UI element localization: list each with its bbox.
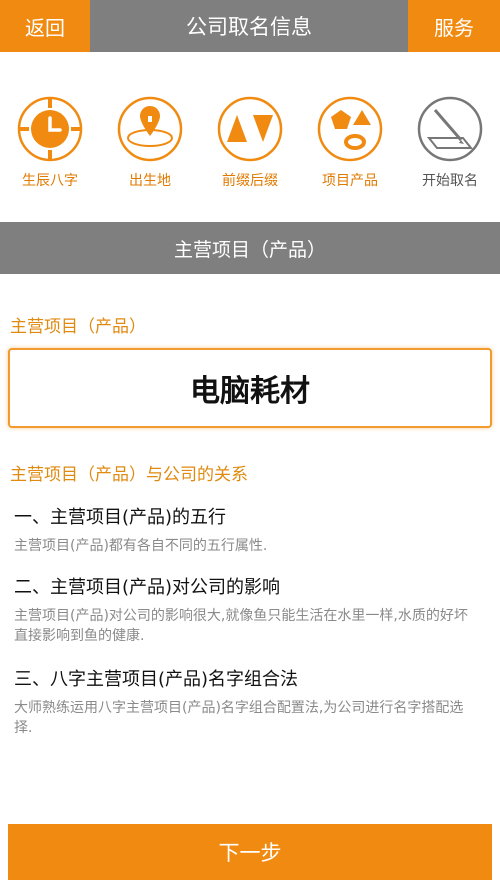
- triangles-icon: [217, 96, 283, 162]
- info-item-desc: 主营项目(产品)都有各自不同的五行属性.: [14, 538, 268, 554]
- info-item-five-elements: 一、主营项目(产品)的五行 主营项目(产品)都有各自不同的五行属性.: [14, 506, 474, 556]
- step-label: 开始取名: [422, 173, 478, 189]
- info-item-title: 一、主营项目(产品)的五行: [14, 507, 227, 528]
- step-label: 前缀后缀: [222, 173, 278, 189]
- info-item-desc: 大师熟练运用八字主营项目(产品)名字组合配置法,为公司进行名字搭配选择.: [14, 700, 464, 736]
- pen-paper-icon: [417, 96, 483, 162]
- info-item-title: 二、主营项目(产品)对公司的影响: [14, 577, 281, 598]
- step-birth-time[interactable]: 生辰八字: [0, 96, 100, 190]
- step-birthplace[interactable]: 出生地: [100, 96, 200, 190]
- info-item-title: 三、八字主营项目(产品)名字组合法: [14, 669, 299, 690]
- back-button[interactable]: 返回: [0, 0, 90, 52]
- clock-icon: [17, 96, 83, 162]
- step-nav: 生辰八字 出生地 前缀后缀 项目产品 开始取名: [0, 52, 500, 222]
- step-project-product[interactable]: 项目产品: [300, 96, 400, 190]
- service-button[interactable]: 服务: [408, 0, 500, 52]
- product-input[interactable]: 电脑耗材: [8, 348, 492, 428]
- step-prefix-suffix[interactable]: 前缀后缀: [200, 96, 300, 190]
- section-title-bar: 主营项目（产品）: [0, 222, 500, 274]
- step-label: 出生地: [129, 173, 171, 189]
- step-start-naming[interactable]: 开始取名: [400, 96, 500, 190]
- shapes-icon: [317, 96, 383, 162]
- next-step-button[interactable]: 下一步: [8, 824, 492, 880]
- location-pin-icon: [117, 96, 183, 162]
- step-label: 生辰八字: [22, 173, 78, 189]
- info-item-combination: 三、八字主营项目(产品)名字组合法 大师熟练运用八字主营项目(产品)名字组合配置…: [14, 668, 474, 738]
- product-field-label: 主营项目（产品）: [10, 317, 146, 337]
- top-bar: 返回 公司取名信息 服务: [0, 0, 500, 52]
- page-title: 公司取名信息: [186, 15, 312, 39]
- info-item-desc: 主营项目(产品)对公司的影响很大,就像鱼只能生活在水里一样,水质的好坏直接影响到…: [14, 608, 468, 644]
- relation-heading: 主营项目（产品）与公司的关系: [10, 465, 248, 485]
- info-item-influence: 二、主营项目(产品)对公司的影响 主营项目(产品)对公司的影响很大,就像鱼只能生…: [14, 576, 474, 646]
- step-label: 项目产品: [322, 173, 378, 189]
